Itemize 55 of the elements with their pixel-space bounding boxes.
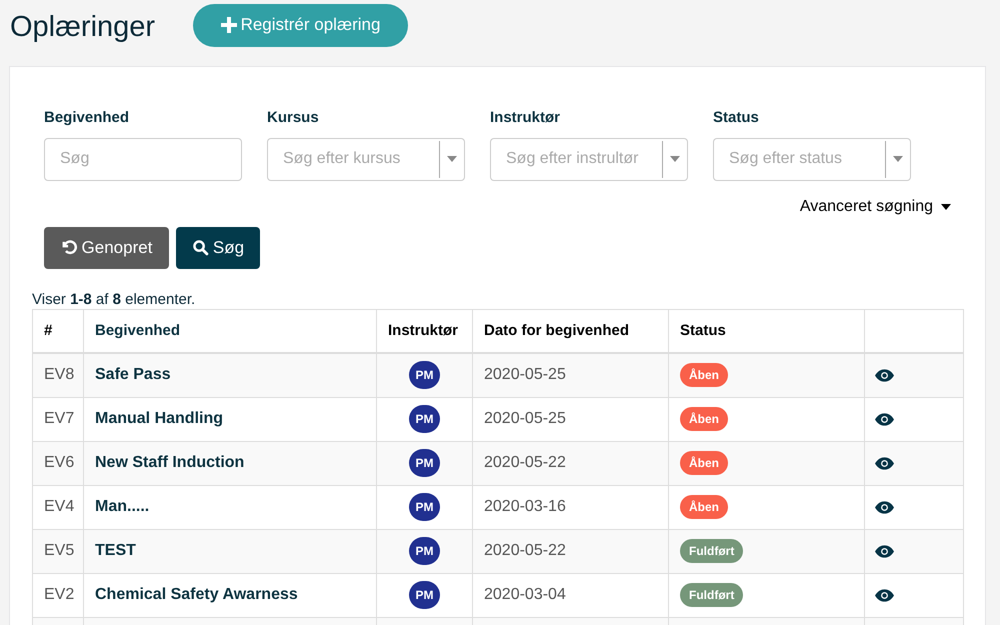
reset-button[interactable]: Genopret bbox=[44, 226, 169, 268]
table-cell: 2020-05-22 bbox=[472, 529, 668, 573]
event-link[interactable]: Safe Pass bbox=[84, 353, 376, 397]
event-link[interactable]: New Staff Induction bbox=[84, 441, 376, 485]
status-badge: Åben bbox=[680, 407, 728, 431]
event-link[interactable]: Manual Handling bbox=[84, 397, 376, 441]
search-button[interactable]: Søg bbox=[176, 226, 260, 268]
view-icon[interactable] bbox=[875, 456, 894, 470]
search-field[interactable]: Søg bbox=[44, 138, 242, 180]
table-cell: 2020-05-25 bbox=[472, 397, 668, 441]
search-icon bbox=[192, 239, 209, 256]
table-cell: 2020-05-22 bbox=[472, 441, 668, 485]
avatar: PM bbox=[409, 405, 440, 433]
column-header: # bbox=[32, 309, 84, 353]
status-badge: Fuldført bbox=[680, 583, 744, 607]
avatar: PM bbox=[409, 449, 440, 477]
table-cell: EV5 bbox=[32, 529, 84, 573]
avatar: PM bbox=[409, 581, 440, 609]
table-cell: 2020-03-04 bbox=[472, 573, 668, 617]
filter-label: Begivenhed bbox=[44, 108, 130, 128]
column-header: Instruktør bbox=[376, 309, 472, 353]
page-title: Oplæringer bbox=[10, 10, 156, 46]
status-badge: Åben bbox=[680, 495, 728, 519]
column-header: Begivenhed bbox=[84, 309, 376, 353]
caret-icon bbox=[941, 204, 951, 210]
table-cell: EV2 bbox=[32, 573, 84, 617]
filter-label: Status bbox=[713, 108, 760, 128]
status-badge: Åben bbox=[680, 363, 728, 388]
plus-icon bbox=[220, 17, 237, 33]
table-cell: 2020-03-16 bbox=[472, 485, 668, 529]
table-cell: EV7 bbox=[32, 397, 84, 441]
avatar: PM bbox=[409, 493, 440, 521]
filter-label: Kursus bbox=[267, 108, 320, 128]
filter-label: Instruktør bbox=[490, 108, 562, 128]
view-icon[interactable] bbox=[875, 500, 894, 514]
column-header: Dato for begivenhed bbox=[472, 309, 668, 353]
undo-icon bbox=[60, 239, 78, 256]
table-cell: EV6 bbox=[32, 441, 84, 485]
event-link[interactable]: Chemical Safety Awarness bbox=[84, 573, 376, 617]
table-cell: 2020-05-25 bbox=[472, 353, 668, 397]
results-summary: Viser 1-8 af 8 elementer. bbox=[32, 290, 196, 308]
event-link[interactable]: Man..... bbox=[84, 485, 376, 529]
view-icon[interactable] bbox=[875, 412, 894, 426]
advanced-search-toggle[interactable]: Avanceret søgning bbox=[800, 194, 951, 218]
table-cell: EV4 bbox=[32, 485, 84, 529]
event-link[interactable]: TEST bbox=[84, 529, 376, 573]
column-header: Status bbox=[668, 309, 864, 353]
status-badge: Åben bbox=[680, 451, 728, 475]
view-icon[interactable] bbox=[875, 588, 894, 602]
avatar: PM bbox=[409, 537, 440, 565]
view-icon[interactable] bbox=[875, 544, 894, 558]
table-cell: EV8 bbox=[32, 353, 84, 397]
avatar: PM bbox=[409, 361, 440, 390]
status-badge: Fuldført bbox=[680, 539, 744, 563]
view-icon[interactable] bbox=[875, 368, 894, 382]
